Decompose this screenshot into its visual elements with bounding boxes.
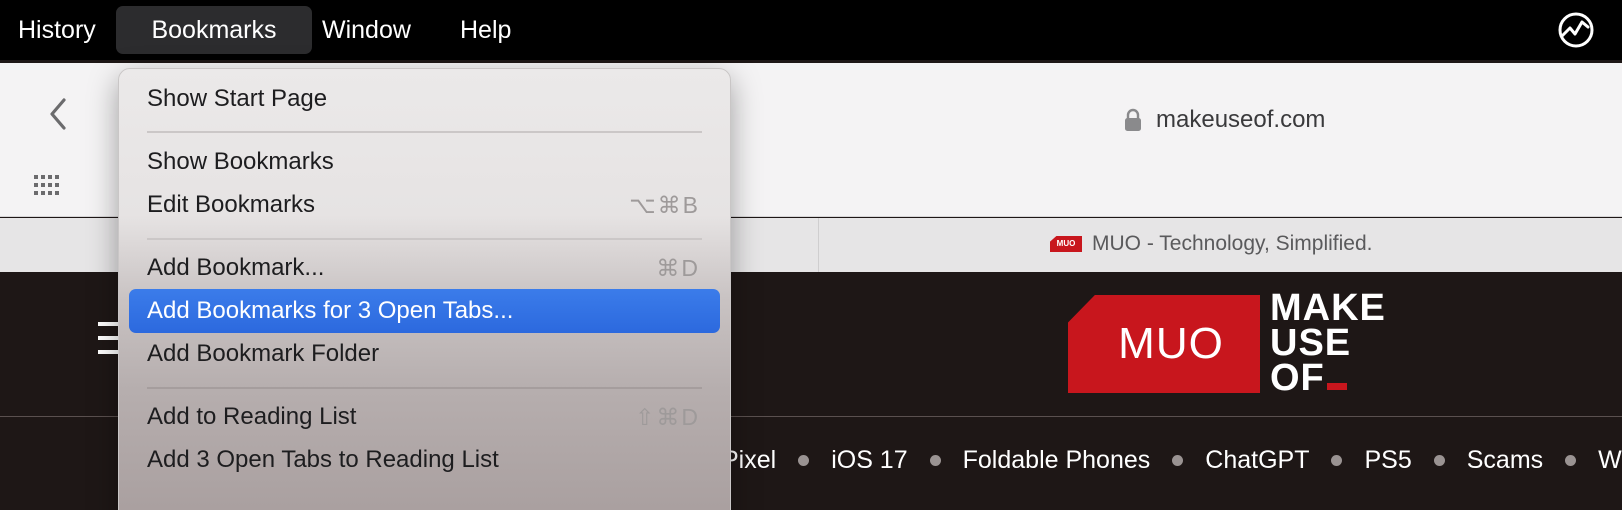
menu-item-add-bookmarks-for-open-tabs[interactable]: Add Bookmarks for 3 Open Tabs... bbox=[129, 289, 720, 333]
menu-item-edit-bookmarks[interactable]: Edit Bookmarks ⌥⌘B bbox=[129, 183, 720, 227]
topic-separator bbox=[1565, 455, 1577, 466]
logo-wordmark: MAKE USE OF bbox=[1270, 287, 1386, 399]
menu-item-show-bookmarks[interactable]: Show Bookmarks bbox=[129, 140, 720, 184]
topic-link[interactable]: PS5 bbox=[1364, 446, 1411, 475]
activity-monitor-icon[interactable] bbox=[1556, 10, 1596, 50]
tab-muo[interactable]: MUO MUO - Technology, Simplified. bbox=[1050, 232, 1373, 256]
topic-separator bbox=[1433, 455, 1445, 466]
menu-item-label: Add Bookmark... bbox=[147, 254, 325, 281]
menu-item-add-to-reading-list[interactable]: Add to Reading List ⇧⌘D bbox=[129, 395, 720, 439]
tab-title: MUO - Technology, Simplified. bbox=[1092, 232, 1373, 255]
menu-item-label: Edit Bookmarks bbox=[147, 191, 316, 218]
makeuseof-logo[interactable]: MUO MAKE USE OF bbox=[1068, 289, 1408, 397]
menu-bookmarks[interactable]: Bookmarks bbox=[116, 6, 312, 54]
menu-item-shortcut: ⌥⌘B bbox=[629, 192, 700, 218]
back-arrow-icon[interactable] bbox=[42, 94, 72, 134]
topic-separator bbox=[929, 455, 941, 466]
topic-link[interactable]: Scams bbox=[1467, 446, 1543, 475]
menu-bar: History Bookmarks Window Help bbox=[0, 0, 1622, 60]
menu-separator bbox=[147, 131, 702, 133]
menu-item-label: Add to Reading List bbox=[147, 403, 357, 430]
menu-item-show-start-page[interactable]: Show Start Page bbox=[129, 77, 720, 121]
address-bar[interactable]: makeuseof.com bbox=[1124, 100, 1325, 140]
menu-item-shortcut: ⌘D bbox=[656, 255, 700, 281]
logo-badge-text: MUO bbox=[1118, 319, 1224, 368]
topic-link[interactable]: Wi bbox=[1598, 446, 1622, 475]
logo-word-use: USE bbox=[1270, 322, 1352, 364]
lock-icon bbox=[1125, 108, 1141, 131]
menu-window[interactable]: Window bbox=[304, 6, 429, 54]
topic-link[interactable]: Foldable Phones bbox=[963, 446, 1151, 475]
topic-separator bbox=[798, 455, 810, 466]
muo-favicon-icon: MUO bbox=[1050, 236, 1082, 252]
topic-separator bbox=[1172, 455, 1184, 466]
bookmarks-menu: Show Start Page Show Bookmarks Edit Book… bbox=[118, 68, 731, 510]
logo-underscore bbox=[1326, 383, 1347, 390]
menu-separator bbox=[147, 238, 702, 240]
menu-item-label: Show Start Page bbox=[147, 85, 328, 112]
menu-item-add-bookmark[interactable]: Add Bookmark... ⌘D bbox=[129, 246, 720, 290]
menu-item-shortcut: ⇧⌘D bbox=[635, 404, 700, 430]
menu-item-add-open-tabs-to-reading-list[interactable]: Add 3 Open Tabs to Reading List bbox=[129, 438, 720, 482]
menu-item-label: Add 3 Open Tabs to Reading List bbox=[147, 446, 499, 473]
logo-word-make: MAKE bbox=[1270, 287, 1386, 329]
menu-item-label: Show Bookmarks bbox=[147, 148, 334, 175]
logo-word-of: OF bbox=[1270, 357, 1325, 399]
menu-item-label: Add Bookmarks for 3 Open Tabs... bbox=[147, 297, 514, 324]
hamburger-menu-icon[interactable] bbox=[98, 322, 120, 360]
menu-history[interactable]: History bbox=[0, 6, 114, 54]
menu-item-label: Add Bookmark Folder bbox=[147, 340, 380, 367]
trending-topics-bar: Pixel iOS 17 Foldable Phones ChatGPT PS5… bbox=[722, 446, 1622, 475]
tab-divider bbox=[818, 218, 819, 272]
topic-separator bbox=[1331, 455, 1343, 466]
menu-help[interactable]: Help bbox=[442, 6, 529, 54]
menu-separator bbox=[147, 387, 702, 389]
menu-item-add-bookmark-folder[interactable]: Add Bookmark Folder bbox=[129, 332, 720, 376]
address-text: makeuseof.com bbox=[1156, 106, 1326, 133]
tab-overview-icon[interactable] bbox=[34, 175, 60, 195]
topic-link[interactable]: ChatGPT bbox=[1205, 446, 1309, 475]
topic-link[interactable]: iOS 17 bbox=[831, 446, 907, 475]
